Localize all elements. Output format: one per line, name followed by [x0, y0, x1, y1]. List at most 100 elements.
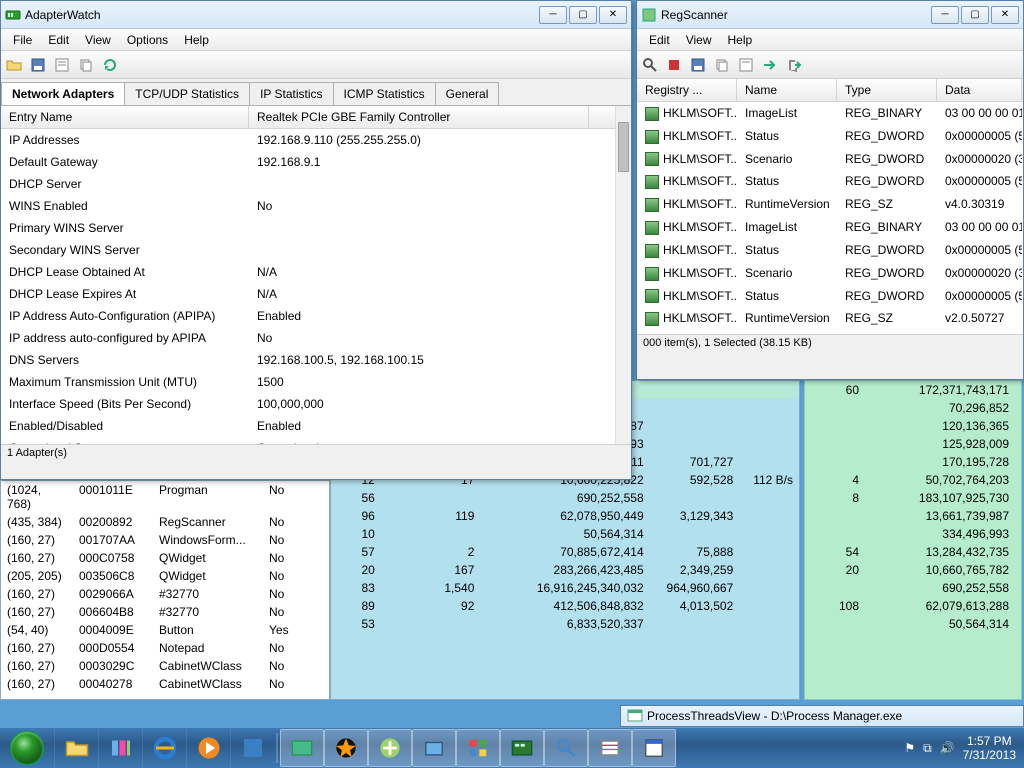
minimize-button[interactable]: ─	[931, 6, 959, 24]
clock[interactable]: 1:57 PM 7/31/2013	[963, 734, 1016, 763]
maximize-button[interactable]: ▢	[569, 6, 597, 24]
list-item[interactable]: (54, 40)0004009EButtonYes	[1, 621, 329, 639]
table-row[interactable]: HKLM\SOFT...StatusREG_DWORD0x00000005 (5…	[637, 285, 1023, 308]
table-row[interactable]: Enabled/DisabledEnabled	[1, 415, 631, 437]
search-icon[interactable]	[641, 56, 659, 74]
taskbar-app3-icon[interactable]	[368, 729, 412, 767]
menu-help[interactable]: Help	[719, 31, 760, 49]
list-item[interactable]: (160, 27)0029066A#32770No	[1, 585, 329, 603]
taskbar-app4-icon[interactable]	[412, 729, 456, 767]
list-item[interactable]: (160, 27)000D0554NotepadNo	[1, 639, 329, 657]
regscanner-titlebar[interactable]: RegScanner ─ ▢ ✕	[637, 1, 1023, 29]
taskbar-app9-icon[interactable]	[632, 729, 676, 767]
table-row[interactable]: HKLM\SOFT...StatusREG_DWORD0x00000005 (5…	[637, 239, 1023, 262]
copy-icon[interactable]	[77, 56, 95, 74]
regscanner-grid-header[interactable]: Registry ... Name Type Data	[637, 79, 1023, 102]
table-row[interactable]: HKLM\SOFT...ImageListREG_BINARY03 00 00 …	[637, 330, 1023, 334]
regscanner-grid[interactable]: Registry ... Name Type Data HKLM\SOFT...…	[637, 79, 1023, 334]
taskbar-app2-icon[interactable]	[324, 729, 368, 767]
taskbar-explorer-icon[interactable]	[54, 729, 98, 767]
menu-edit[interactable]: Edit	[641, 31, 678, 49]
list-item[interactable]: (1024, 768)0001011EProgmanNo	[1, 481, 329, 513]
taskbar-pin-icon[interactable]	[230, 729, 274, 767]
table-row[interactable]: HKLM\SOFT...ScenarioREG_DWORD0x00000020 …	[637, 148, 1023, 171]
taskbar-app8-icon[interactable]	[588, 729, 632, 767]
tab-network-adapters[interactable]: Network Adapters	[1, 82, 125, 105]
grid-col-type[interactable]: Type	[837, 79, 937, 101]
table-row[interactable]: HKLM\SOFT...ScenarioREG_DWORD0x00000020 …	[637, 262, 1023, 285]
table-row[interactable]: IP Addresses192.168.9.110 (255.255.255.0…	[1, 129, 631, 151]
open-icon[interactable]	[5, 56, 23, 74]
maximize-button[interactable]: ▢	[961, 6, 989, 24]
goto-icon[interactable]	[761, 56, 779, 74]
taskbar-app7-icon[interactable]	[544, 729, 588, 767]
table-row[interactable]: WINS EnabledNo	[1, 195, 631, 217]
table-row[interactable]: DNS Servers192.168.100.5, 192.168.100.15	[1, 349, 631, 371]
tray-network-icon[interactable]: ⧉	[923, 741, 932, 756]
tray-flag-icon[interactable]: ⚑	[904, 741, 915, 755]
table-row[interactable]: IP Address Auto-Configuration (APIPA)Ena…	[1, 305, 631, 327]
save-icon[interactable]	[29, 56, 47, 74]
menu-view[interactable]: View	[678, 31, 720, 49]
save-icon[interactable]	[689, 56, 707, 74]
table-row[interactable]: HKLM\SOFT...StatusREG_DWORD0x00000005 (5…	[637, 125, 1023, 148]
vertical-scrollbar[interactable]	[615, 106, 631, 444]
list-item[interactable]: (160, 27)006604B8#32770No	[1, 603, 329, 621]
table-row[interactable]: DHCP Server	[1, 173, 631, 195]
adapterwatch-grid-header[interactable]: Entry Name Realtek PCIe GBE Family Contr…	[1, 106, 631, 129]
copy-icon[interactable]	[713, 56, 731, 74]
tab-general[interactable]: General	[435, 82, 500, 105]
tab-icmp-statistics[interactable]: ICMP Statistics	[333, 82, 436, 105]
list-item[interactable]: (435, 384)00200892RegScannerNo	[1, 513, 329, 531]
minimize-button[interactable]: ─	[539, 6, 567, 24]
taskbar[interactable]: ⚑ ⧉ 🔊 1:57 PM 7/31/2013	[0, 728, 1024, 768]
taskbar-app6-icon[interactable]	[500, 729, 544, 767]
adapterwatch-titlebar[interactable]: AdapterWatch ─ ▢ ✕	[1, 1, 631, 29]
start-button[interactable]	[0, 729, 54, 767]
properties-icon[interactable]	[737, 56, 755, 74]
adapterwatch-grid[interactable]: Entry Name Realtek PCIe GBE Family Contr…	[1, 106, 631, 444]
refresh-icon[interactable]	[101, 56, 119, 74]
list-item[interactable]: (160, 27)00040278CabinetWClassNo	[1, 675, 329, 693]
table-row[interactable]: Secondary WINS Server	[1, 239, 631, 261]
menu-view[interactable]: View	[77, 31, 119, 49]
table-row[interactable]: HKLM\SOFT...RuntimeVersionREG_SZv2.0.507…	[637, 307, 1023, 330]
table-row[interactable]: DHCP Lease Obtained AtN/A	[1, 261, 631, 283]
table-row[interactable]: IP address auto-configured by APIPANo	[1, 327, 631, 349]
table-row[interactable]: Operational StatusOperational	[1, 437, 631, 444]
system-tray[interactable]: ⚑ ⧉ 🔊 1:57 PM 7/31/2013	[896, 734, 1024, 763]
taskbar-libraries-icon[interactable]	[98, 729, 142, 767]
table-row[interactable]: Interface Speed (Bits Per Second)100,000…	[1, 393, 631, 415]
menu-file[interactable]: File	[5, 31, 40, 49]
taskbar-wmp-icon[interactable]	[186, 729, 230, 767]
processthreadsview-titlebar[interactable]: ProcessThreadsView - D:\Process Manager.…	[620, 705, 1024, 727]
grid-col-value[interactable]: Realtek PCIe GBE Family Controller	[249, 106, 589, 128]
stop-icon[interactable]	[665, 56, 683, 74]
table-row[interactable]: Primary WINS Server	[1, 217, 631, 239]
table-row[interactable]: HKLM\SOFT...ImageListREG_BINARY03 00 00 …	[637, 216, 1023, 239]
table-row[interactable]: HKLM\SOFT...ImageListREG_BINARY03 00 00 …	[637, 102, 1023, 125]
close-button[interactable]: ✕	[599, 6, 627, 24]
menu-help[interactable]: Help	[176, 31, 217, 49]
menu-edit[interactable]: Edit	[40, 31, 77, 49]
exit-icon[interactable]	[785, 56, 803, 74]
table-row[interactable]: Default Gateway192.168.9.1	[1, 151, 631, 173]
taskbar-app5-icon[interactable]	[456, 729, 500, 767]
taskbar-ie-icon[interactable]	[142, 729, 186, 767]
menu-options[interactable]: Options	[119, 31, 176, 49]
grid-col-data[interactable]: Data	[937, 79, 1022, 101]
list-item[interactable]: (160, 27)001707AAWindowsForm...No	[1, 531, 329, 549]
table-row[interactable]: DHCP Lease Expires AtN/A	[1, 283, 631, 305]
tab-ip-statistics[interactable]: IP Statistics	[249, 82, 333, 105]
grid-col-registry[interactable]: Registry ...	[637, 79, 737, 101]
list-item[interactable]: (160, 27)000C0758QWidgetNo	[1, 549, 329, 567]
close-button[interactable]: ✕	[991, 6, 1019, 24]
table-row[interactable]: Maximum Transmission Unit (MTU)1500	[1, 371, 631, 393]
tab-tcp-udp-statistics[interactable]: TCP/UDP Statistics	[124, 82, 250, 105]
grid-col-name[interactable]: Name	[737, 79, 837, 101]
list-item[interactable]: (160, 27)0003029CCabinetWClassNo	[1, 657, 329, 675]
table-row[interactable]: HKLM\SOFT...StatusREG_DWORD0x00000005 (5…	[637, 170, 1023, 193]
taskbar-app1-icon[interactable]	[280, 729, 324, 767]
tray-volume-icon[interactable]: 🔊	[940, 741, 955, 755]
table-row[interactable]: HKLM\SOFT...RuntimeVersionREG_SZv4.0.303…	[637, 193, 1023, 216]
